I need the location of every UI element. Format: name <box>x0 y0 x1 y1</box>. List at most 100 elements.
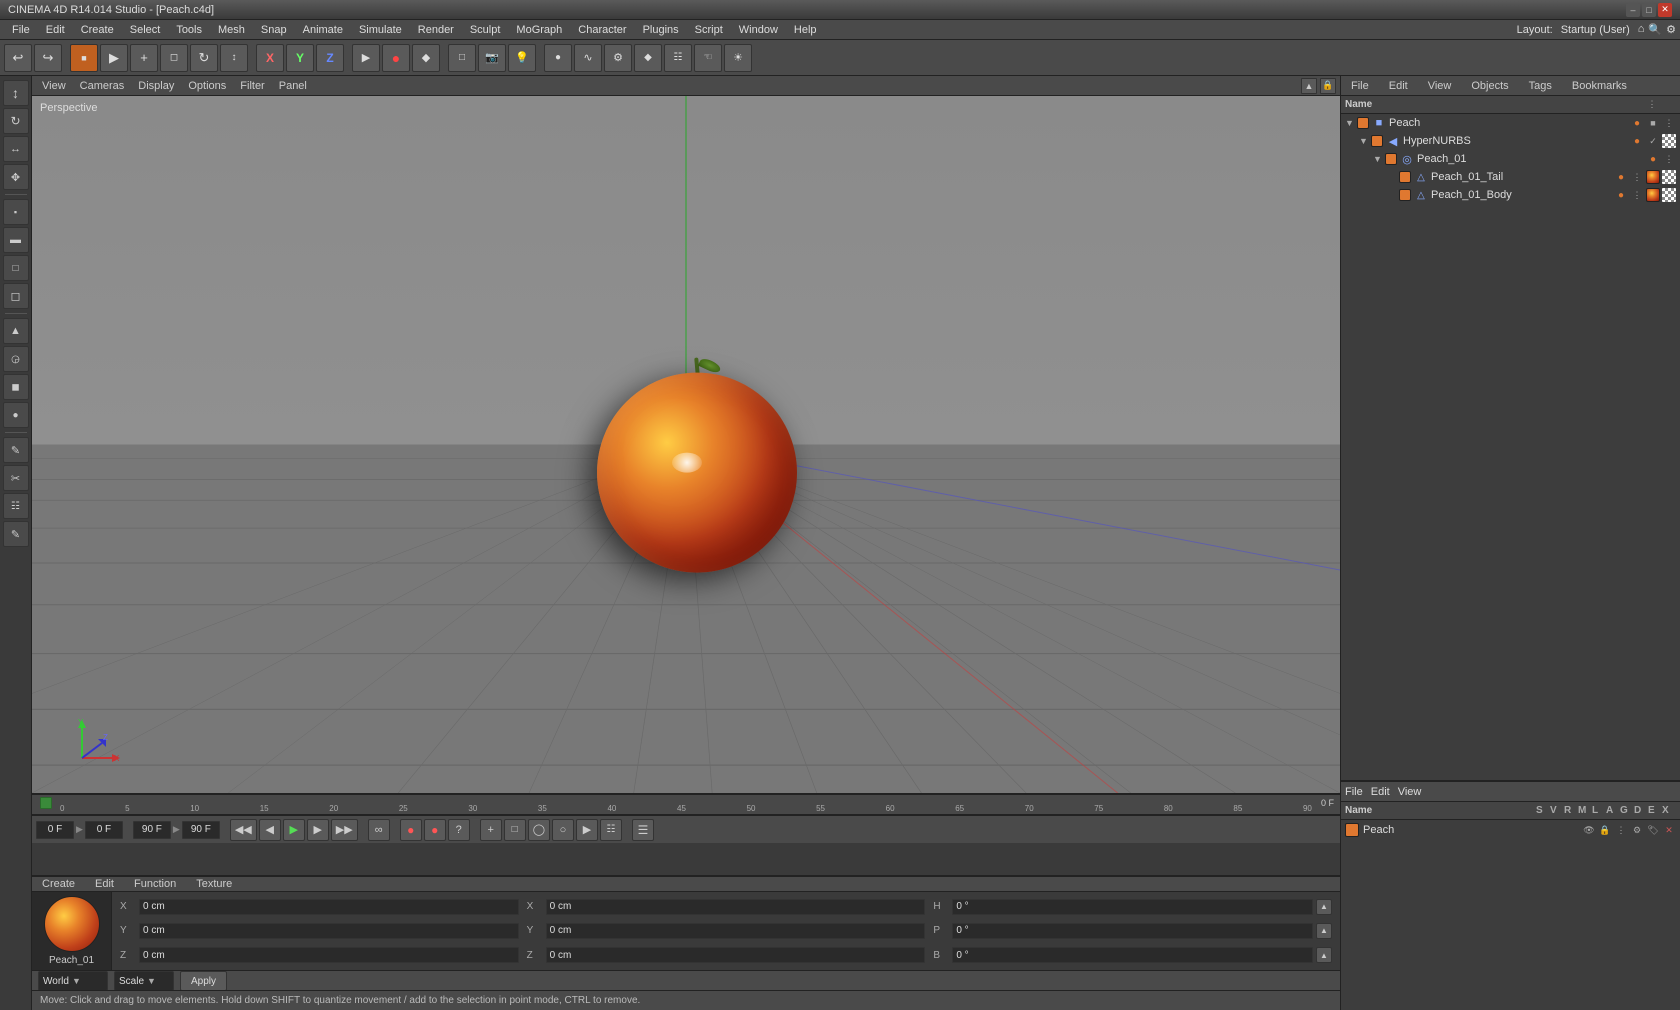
bp-tab-edit[interactable]: Edit <box>89 877 120 891</box>
vp-menu-cameras[interactable]: Cameras <box>74 79 131 93</box>
bp-tab-create[interactable]: Create <box>36 877 81 891</box>
viewport[interactable]: Perspective <box>32 96 1340 793</box>
z-rot-field[interactable]: 0 cm <box>546 947 926 963</box>
menu-edit[interactable]: Edit <box>38 22 73 38</box>
mat-row-peach[interactable]: Peach 👁 🔒 ⋮ ⚙ 🏷 ✕ <box>1341 820 1680 840</box>
mat-icon-x[interactable]: ✕ <box>1662 823 1676 837</box>
om-menu-file[interactable]: File <box>1345 79 1375 93</box>
keyframe-record-button[interactable]: □ <box>504 819 526 841</box>
maximize-button[interactable]: □ <box>1642 3 1656 17</box>
stereo-button[interactable]: ☜ <box>694 44 722 72</box>
points-mode-button[interactable]: ▪ <box>3 199 29 225</box>
move-tool-button[interactable]: ↕ <box>3 80 29 106</box>
menu-script[interactable]: Script <box>687 22 731 38</box>
mat-icon-dots[interactable]: ⋮ <box>1614 823 1628 837</box>
polygon-pen-button[interactable]: ✎ <box>3 437 29 463</box>
peach01-icon1[interactable]: ● <box>1646 152 1660 166</box>
record-active-button[interactable]: ● <box>424 819 446 841</box>
menu-select[interactable]: Select <box>122 22 169 38</box>
om-menu-objects[interactable]: Objects <box>1465 79 1514 93</box>
h-field[interactable]: 0 ° <box>952 899 1313 915</box>
vp-menu-view[interactable]: View <box>36 79 72 93</box>
menu-window[interactable]: Window <box>731 22 786 38</box>
peach-icon3[interactable]: ⋮ <box>1662 116 1676 130</box>
om-arrow-hypernurbs[interactable]: ▼ <box>1359 136 1371 146</box>
step-forward-button[interactable]: ▶ <box>307 819 329 841</box>
current-frame-field[interactable]: 0 F <box>36 821 74 839</box>
menu-sculpt[interactable]: Sculpt <box>462 22 509 38</box>
record-button[interactable]: ● <box>382 44 410 72</box>
close-button[interactable]: ✕ <box>1658 3 1672 17</box>
menu-simulate[interactable]: Simulate <box>351 22 410 38</box>
p-field[interactable]: 0 ° <box>952 923 1313 939</box>
mat-icon-eye[interactable]: 👁 <box>1582 823 1596 837</box>
grid-button[interactable]: ☷ <box>664 44 692 72</box>
keyframe-button[interactable]: ◆ <box>412 44 440 72</box>
menu-plugins[interactable]: Plugins <box>635 22 687 38</box>
hypernurbs-icon2[interactable]: ✓ <box>1646 134 1660 148</box>
y-pos-field[interactable]: 0 cm <box>139 923 519 939</box>
x-pos-field[interactable]: 0 cm <box>139 899 519 915</box>
dope-sheet-button[interactable]: ☷ <box>600 819 622 841</box>
spline-button[interactable]: ∿ <box>574 44 602 72</box>
vp-menu-options[interactable]: Options <box>182 79 232 93</box>
auto-key-button[interactable]: ● <box>400 819 422 841</box>
vp-lock-icon[interactable]: 🔒 <box>1320 78 1336 94</box>
menu-help[interactable]: Help <box>786 22 825 38</box>
camera-button[interactable]: 📷 <box>478 44 506 72</box>
scale-button[interactable]: ↕ <box>220 44 248 72</box>
menu-create[interactable]: Create <box>73 22 122 38</box>
z-pos-field[interactable]: 0 cm <box>139 947 519 963</box>
hidden-button[interactable]: ◼ <box>3 374 29 400</box>
object-tool-button[interactable]: ◻ <box>160 44 188 72</box>
layer-button[interactable]: ☰ <box>632 819 654 841</box>
frame-input-field[interactable]: 0 F <box>85 821 123 839</box>
mat-icon-tag[interactable]: 🏷 <box>1646 823 1660 837</box>
paint-button[interactable]: ✎ <box>3 521 29 547</box>
b-field[interactable]: 0 ° <box>952 947 1313 963</box>
apply-button[interactable]: Apply <box>180 971 227 991</box>
mat-menu-edit[interactable]: Edit <box>1371 786 1390 798</box>
help-button[interactable]: ? <box>448 819 470 841</box>
body-icon2[interactable]: ⋮ <box>1630 188 1644 202</box>
goto-end-button[interactable]: ▶▶ <box>331 819 358 841</box>
z-axis-button[interactable]: Z <box>316 44 344 72</box>
knife-button[interactable]: ✂ <box>3 465 29 491</box>
hypernurbs-icon1[interactable]: ● <box>1630 134 1644 148</box>
mat-icon-lock[interactable]: 🔒 <box>1598 823 1612 837</box>
timeline-mode-button[interactable]: ▶ <box>576 819 598 841</box>
wireframe-button[interactable]: ◶ <box>3 346 29 372</box>
x-rot-field[interactable]: 0 cm <box>546 899 926 915</box>
menu-animate[interactable]: Animate <box>295 22 351 38</box>
scale-tool-button[interactable]: ↔ <box>3 136 29 162</box>
om-row-peach01-tail[interactable]: ▶ △ Peach_01_Tail ● ⋮ <box>1341 168 1680 186</box>
bp-tab-function[interactable]: Function <box>128 877 182 891</box>
rotate-button[interactable]: ↻ <box>190 44 218 72</box>
om-row-peach01-body[interactable]: ▶ △ Peach_01_Body ● ⋮ <box>1341 186 1680 204</box>
om-menu-tags[interactable]: Tags <box>1523 79 1558 93</box>
total-frames-field[interactable]: 90 F <box>182 821 220 839</box>
body-icon1[interactable]: ● <box>1614 188 1628 202</box>
mat-icon-settings[interactable]: ⚙ <box>1630 823 1644 837</box>
select-tool-button[interactable]: ✥ <box>3 164 29 190</box>
menu-snap[interactable]: Snap <box>253 22 295 38</box>
tail-icon1[interactable]: ● <box>1614 170 1628 184</box>
step-back-button[interactable]: ◀ <box>259 819 281 841</box>
om-arrow-peach01[interactable]: ▼ <box>1373 154 1385 164</box>
menu-file[interactable]: File <box>4 22 38 38</box>
generator-button[interactable]: ⚙ <box>604 44 632 72</box>
om-row-peach[interactable]: ▼ ■ Peach ● ■ ⋮ <box>1341 114 1680 132</box>
peach-icon2[interactable]: ■ <box>1646 116 1660 130</box>
menu-tools[interactable]: Tools <box>168 22 210 38</box>
om-menu-bookmarks[interactable]: Bookmarks <box>1566 79 1633 93</box>
om-menu-view[interactable]: View <box>1422 79 1458 93</box>
om-arrow-peach[interactable]: ▼ <box>1345 118 1357 128</box>
search-icon[interactable]: 🔍 <box>1648 23 1662 36</box>
perspective-view-button[interactable]: □ <box>448 44 476 72</box>
select-move-button[interactable]: ▶ <box>100 44 128 72</box>
timeline-ruler[interactable]: 0 5 10 15 20 25 30 35 40 45 50 55 60 65 <box>32 795 1340 815</box>
home-icon[interactable]: ⌂ <box>1638 23 1645 36</box>
fcurve-button[interactable]: ○ <box>552 819 574 841</box>
p-inc-button[interactable]: ▲ <box>1316 923 1332 939</box>
deformer-button[interactable]: ◆ <box>634 44 662 72</box>
